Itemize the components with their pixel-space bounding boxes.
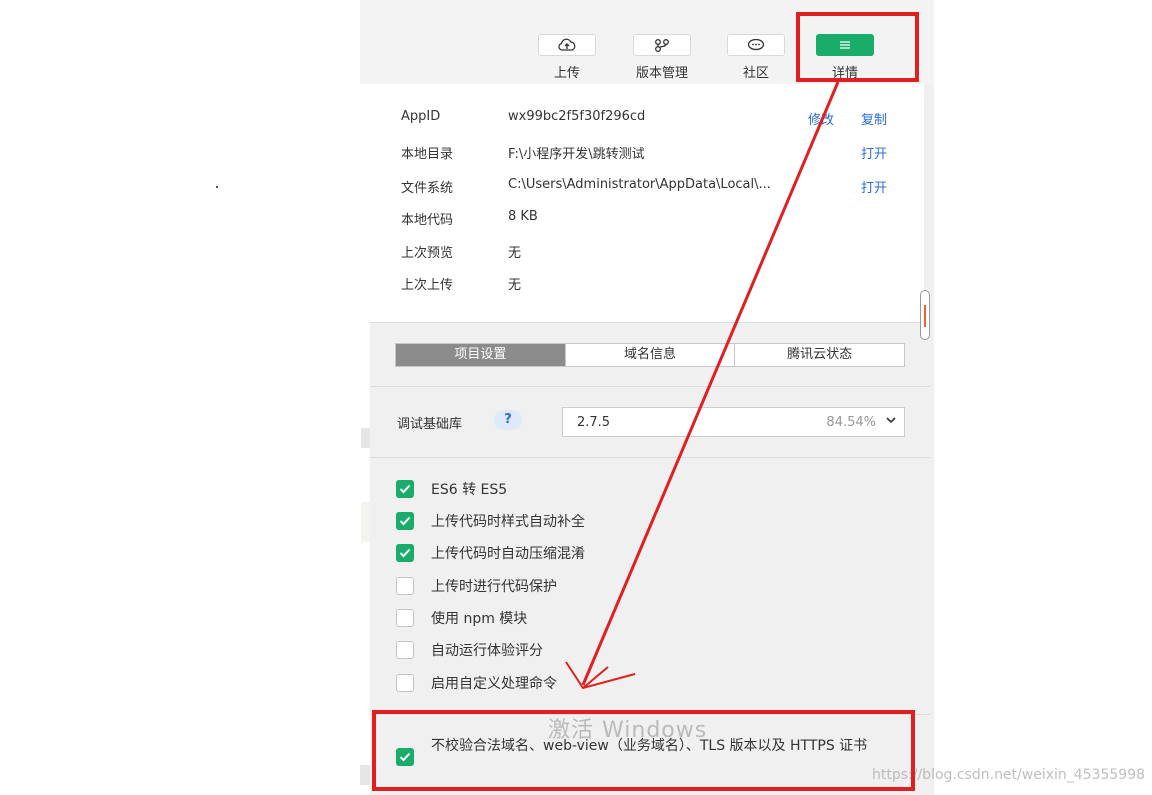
arrow-head-icon xyxy=(565,661,636,690)
annotation-overlay xyxy=(372,12,919,791)
highlight-box-domain-option xyxy=(372,710,915,791)
highlight-box-details xyxy=(796,12,919,82)
annotation-arrow xyxy=(581,81,840,686)
screenshot-canvas: 上传 版本管理 社区 详情 AppID wx99bc2f5f30f296cd 修… xyxy=(0,0,1152,795)
